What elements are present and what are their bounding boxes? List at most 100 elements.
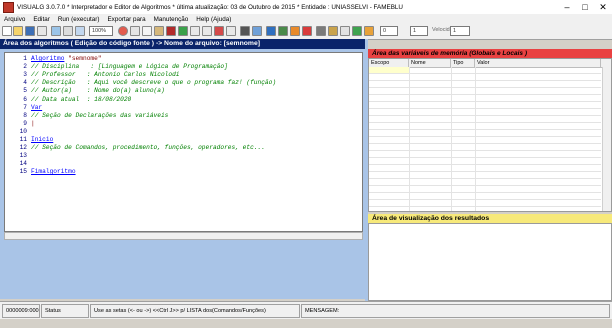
undo-icon[interactable] (166, 26, 176, 36)
table-row[interactable] (369, 144, 601, 151)
debug-icon[interactable] (290, 26, 300, 36)
table-row[interactable] (369, 172, 601, 179)
code-token: // Autor(a) : Nome do(a) aluno(a) (31, 87, 165, 95)
code-editor[interactable]: 1 Algoritmo "semnome" 2 // Disciplina : [Li… (4, 52, 363, 232)
table-row[interactable] (369, 88, 601, 95)
column-valor[interactable]: Valor (475, 59, 601, 67)
code-token: // Seção de Comandos, procedimento, funç… (31, 144, 265, 152)
line-number: 9 (23, 119, 27, 127)
open-folder-icon[interactable] (13, 26, 23, 36)
table-row[interactable] (369, 130, 601, 137)
results-output-area[interactable] (368, 223, 612, 301)
line-number: 15 (19, 168, 27, 176)
table-row[interactable] (369, 200, 601, 207)
comment-icon[interactable] (214, 26, 224, 36)
column-escopo[interactable]: Escopo (369, 59, 409, 67)
window-title: VISUALG 3.0.7.0 * Interpretador e Editor… (17, 3, 403, 11)
table-row[interactable] (369, 95, 601, 102)
editor-horizontal-scrollbar[interactable] (4, 232, 363, 240)
column-divider (451, 67, 452, 211)
indent-icon[interactable] (190, 26, 200, 36)
copy-icon[interactable] (142, 26, 152, 36)
code-text: Var (31, 104, 42, 112)
line-number: 10 (19, 127, 27, 135)
code-token: // Seção de Declarações das variáveis (31, 111, 169, 119)
close-button[interactable]: ✕ (594, 0, 612, 14)
table-row[interactable] (369, 179, 601, 186)
line-number: 3 (23, 71, 27, 79)
run-icon[interactable] (266, 26, 276, 36)
zoom-select[interactable]: 100% (89, 26, 113, 36)
speed-input[interactable]: 0 (380, 26, 398, 36)
line-number: 2 (23, 63, 27, 71)
code-token: // Disciplina : [Linguagem e Lógica de P… (31, 63, 228, 71)
code-token: // Professor : Antonio Carlos Nicolodi (31, 71, 180, 79)
code-text: // Disciplina : [Linguagem e Lógica de P… (31, 63, 228, 71)
table-row[interactable] (369, 193, 601, 200)
menu-editar[interactable]: Editar (29, 16, 53, 23)
table-row[interactable] (369, 116, 601, 123)
code-text: Inicio (31, 136, 53, 144)
code-text: // Descrição : Aqui você descreve o que … (31, 79, 276, 87)
outdent-icon[interactable] (202, 26, 212, 36)
menu-help[interactable]: Help (Ajuda) (192, 16, 235, 23)
stop-icon[interactable] (118, 26, 128, 36)
save-as-icon[interactable] (37, 26, 47, 36)
maximize-button[interactable]: □ (576, 0, 594, 14)
table-row[interactable] (369, 158, 601, 165)
line-number: 7 (23, 103, 27, 111)
code-text: Algoritmo "semnome" (31, 55, 102, 63)
new-file-icon[interactable] (2, 26, 12, 36)
message-label: MENSAGEM: (301, 304, 610, 318)
table-row[interactable] (369, 165, 601, 172)
menu-arquivo[interactable]: Arquivo (0, 16, 29, 23)
step-input[interactable]: 1 (450, 26, 470, 36)
bottom-strip (0, 319, 612, 328)
table-row[interactable] (369, 123, 601, 130)
breakpoint-icon[interactable] (302, 26, 312, 36)
redo-icon[interactable] (178, 26, 188, 36)
variables-vertical-scrollbar[interactable] (602, 67, 611, 211)
table-row[interactable] (369, 109, 601, 116)
toolbar: 100% 0 1 Velocidade 1 (0, 24, 612, 40)
save-icon[interactable] (25, 26, 35, 36)
help-icon[interactable] (328, 26, 338, 36)
minimize-button[interactable]: – (558, 0, 576, 14)
title-bar: VISUALG 3.0.7.0 * Interpretador e Editor… (0, 0, 612, 14)
paste-icon[interactable] (154, 26, 164, 36)
table-row[interactable] (369, 186, 601, 193)
line-number: 6 (23, 95, 27, 103)
font-icon[interactable] (75, 26, 85, 36)
calculator-icon[interactable] (316, 26, 326, 36)
replace-icon[interactable] (252, 26, 262, 36)
code-text: | (31, 120, 35, 128)
timer-input[interactable]: 1 (410, 26, 428, 36)
table-row[interactable] (369, 137, 601, 144)
table-row[interactable] (369, 81, 601, 88)
code-token: // Data atual : 18/08/2020 (31, 95, 132, 103)
table-row[interactable] (369, 102, 601, 109)
print-code-icon[interactable] (340, 26, 350, 36)
step-icon[interactable] (278, 26, 288, 36)
code-token: // Descrição : Aqui você descreve o que … (31, 79, 277, 87)
variables-table[interactable]: Escopo Nome Tipo Valor (368, 58, 612, 212)
code-text: // Professor : Antonio Carlos Nicolodi (31, 71, 180, 79)
table-row[interactable] (369, 67, 601, 74)
view-icon[interactable] (63, 26, 73, 36)
cut-icon[interactable] (130, 26, 140, 36)
column-tipo[interactable]: Tipo (451, 59, 475, 67)
hint-text: Use as setas (<- ou ->) <<Ctrl J>> p/ LI… (90, 304, 300, 318)
menu-exportar[interactable]: Exportar para (103, 16, 149, 23)
table-row[interactable] (369, 74, 601, 81)
uncomment-icon[interactable] (226, 26, 236, 36)
menu-manutencao[interactable]: Manutenção (150, 16, 193, 23)
menu-run[interactable]: Run (executar) (54, 16, 104, 23)
table-row[interactable] (369, 151, 601, 158)
print-icon[interactable] (51, 26, 61, 36)
tools-icon[interactable] (364, 26, 374, 36)
code-token: | (31, 119, 35, 127)
find-icon[interactable] (240, 26, 250, 36)
column-nome[interactable]: Nome (409, 59, 451, 67)
timer-icon[interactable] (352, 26, 362, 36)
line-number: 14 (19, 160, 27, 168)
